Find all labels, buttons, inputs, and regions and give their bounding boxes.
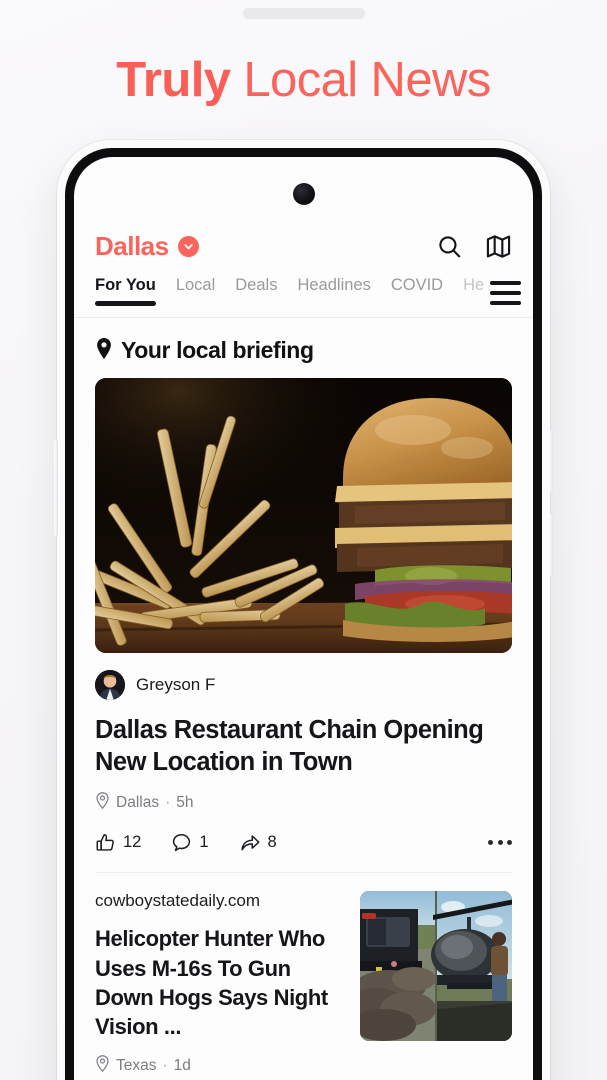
- meta-separator: ·: [165, 794, 171, 812]
- phone-screen: Dallas For You Local Deals Headlines COV…: [74, 157, 533, 1080]
- like-count: 12: [123, 833, 142, 852]
- tab-health-overflow[interactable]: He: [463, 274, 484, 295]
- phone-volume-down-button[interactable]: [549, 514, 553, 576]
- app-header: Dallas: [74, 219, 533, 274]
- author-name: Greyson F: [136, 675, 216, 694]
- promo-screenshot: Truly Local News Dallas For You Local De…: [0, 0, 607, 1080]
- tab-headlines[interactable]: Headlines: [297, 274, 370, 295]
- article-source[interactable]: cowboystatedaily.com: [95, 891, 344, 911]
- post-actions: 12 1 8: [95, 832, 512, 853]
- briefing-title: Your local briefing: [121, 337, 314, 363]
- article-time: 5h: [176, 794, 194, 812]
- more-horizontal-icon[interactable]: [488, 840, 512, 846]
- article-meta: Dallas · 5h: [95, 792, 512, 814]
- location-pin-icon: [95, 792, 110, 814]
- top-drag-handle: [242, 8, 365, 19]
- tab-local[interactable]: Local: [176, 274, 215, 295]
- phone-bezel: Dallas For You Local Deals Headlines COV…: [65, 148, 542, 1080]
- article-2-meta: Texas · 1d: [95, 1055, 344, 1077]
- phone-power-button[interactable]: [54, 440, 58, 536]
- share-count: 8: [267, 833, 277, 852]
- map-icon[interactable]: [485, 233, 512, 260]
- front-camera-punch-hole: [292, 183, 315, 205]
- location-label: Dallas: [95, 231, 169, 261]
- share-button[interactable]: 8: [239, 832, 277, 853]
- article-2-location: Texas: [116, 1057, 157, 1075]
- location-pin-icon: [95, 337, 113, 364]
- like-button[interactable]: 12: [95, 832, 141, 853]
- meta-separator: ·: [162, 1057, 168, 1075]
- briefing-header: Your local briefing: [74, 318, 533, 378]
- comment-button[interactable]: 1: [171, 832, 209, 853]
- avatar: [95, 670, 125, 700]
- article-headline[interactable]: Dallas Restaurant Chain Opening New Loca…: [95, 714, 512, 778]
- page-title: Truly Local News: [0, 53, 607, 107]
- location-selector[interactable]: Dallas: [95, 231, 199, 262]
- comment-count: 1: [199, 833, 209, 852]
- article-card-2[interactable]: cowboystatedaily.com Helicopter Hunter W…: [74, 873, 533, 1077]
- chevron-down-icon: [177, 236, 199, 257]
- tab-bar: For You Local Deals Headlines COVID He: [74, 274, 533, 318]
- tab-deals[interactable]: Deals: [235, 274, 277, 295]
- article-2-text: cowboystatedaily.com Helicopter Hunter W…: [95, 891, 344, 1077]
- post-byline[interactable]: Greyson F: [95, 670, 512, 700]
- hero-bold-word: Truly: [116, 53, 231, 107]
- hamburger-menu-icon[interactable]: [490, 281, 521, 305]
- article-2-thumbnail: [360, 891, 512, 1042]
- article-2-time: 1d: [173, 1057, 191, 1075]
- tab-for-you[interactable]: For You: [95, 274, 156, 306]
- phone-mockup: Dallas For You Local Deals Headlines COV…: [54, 140, 553, 1080]
- article-image-burger: [95, 378, 512, 653]
- article-card-1[interactable]: Greyson F Dallas Restaurant Chain Openin…: [74, 378, 533, 853]
- hero-rest-text: Local News: [230, 53, 491, 107]
- feed: Your local briefing Greyson F Dallas Res…: [74, 318, 533, 1080]
- search-icon[interactable]: [436, 233, 463, 260]
- header-actions: [436, 233, 512, 260]
- article-2-headline[interactable]: Helicopter Hunter Who Uses M-16s To Gun …: [95, 924, 344, 1041]
- tab-covid[interactable]: COVID: [391, 274, 443, 295]
- phone-volume-up-button[interactable]: [549, 430, 553, 492]
- location-pin-icon: [95, 1055, 110, 1077]
- article-location: Dallas: [116, 794, 160, 812]
